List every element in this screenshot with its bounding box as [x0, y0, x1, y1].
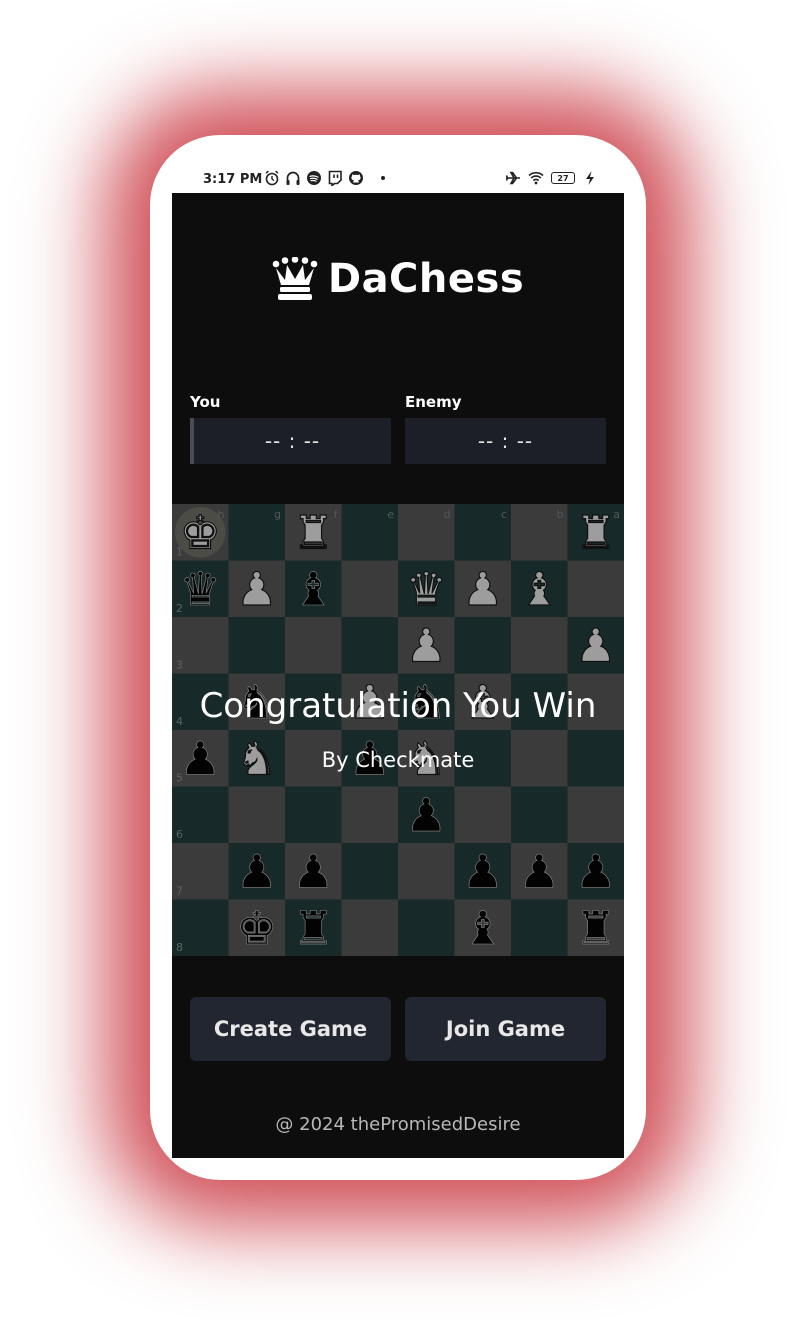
airplane-icon — [505, 171, 520, 185]
you-timer: -- : -- — [190, 418, 391, 464]
brand: DaChess — [172, 256, 624, 302]
brand-title: DaChess — [327, 256, 525, 302]
status-icons-right: 27 — [505, 170, 598, 186]
board-square[interactable] — [228, 617, 286, 674]
board-square[interactable] — [341, 843, 399, 900]
rank-label: 7 — [176, 885, 183, 898]
file-label: b — [557, 508, 564, 521]
board-square[interactable] — [341, 617, 399, 674]
black-king-piece[interactable]: ♚ — [236, 900, 278, 955]
white-pawn-piece[interactable]: ♟ — [462, 561, 504, 616]
white-pawn-piece[interactable]: ♟ — [236, 561, 278, 616]
status-icons-left — [264, 170, 385, 186]
wifi-icon — [528, 171, 544, 185]
black-bishop-piece[interactable]: ♝ — [292, 561, 334, 616]
black-queen-piece[interactable]: ♛ — [179, 561, 221, 616]
white-rook-piece[interactable]: ♜ — [292, 505, 334, 560]
result-subtitle: By Checkmate — [321, 748, 475, 772]
white-pawn-piece[interactable]: ♟ — [405, 618, 447, 673]
file-label: d — [444, 508, 451, 521]
status-time: 3:17 PM — [203, 172, 263, 187]
board-square[interactable] — [228, 786, 286, 844]
twitch-icon — [328, 170, 342, 186]
white-pawn-piece[interactable]: ♟ — [575, 618, 617, 673]
board-square[interactable] — [285, 617, 342, 674]
board-square[interactable] — [511, 786, 568, 844]
black-pawn-piece[interactable]: ♟ — [292, 844, 334, 899]
you-label: You — [190, 393, 221, 411]
phone-screen: 3:17 PM 27 DaChess You --: -- Enemy -- … — [172, 156, 624, 1158]
board-square[interactable] — [398, 843, 455, 900]
board-square[interactable] — [341, 560, 399, 618]
status-bar: 3:17 PM 27 — [172, 156, 624, 193]
spotify-icon — [307, 171, 321, 185]
headphones-icon — [286, 171, 300, 185]
chess-board[interactable]: h g f e d c b a 1 2 3 4 5 6 7 8 ♚ ♜ ♜ ♛ ♟ ♝ ♛ ♟ ♝ ♟ ♟ ♞ ♟ ♞ ♝ ♟ ♞ ♟ ♞ ♟ ♟ ♟ ♟ ♟… — [172, 504, 624, 956]
file-label: e — [387, 508, 394, 521]
black-rook-piece[interactable]: ♜ — [292, 900, 334, 955]
footer-credit: @ 2024 thePromisedDesire — [275, 1114, 521, 1135]
white-king-piece[interactable]: ♚ — [179, 505, 221, 560]
alarm-icon — [265, 170, 279, 186]
rank-label: 3 — [176, 659, 183, 672]
enemy-label: Enemy — [405, 393, 462, 411]
rank-label: 6 — [176, 828, 183, 841]
create-game-button[interactable]: Create Game — [190, 997, 391, 1061]
board-square[interactable] — [398, 899, 455, 957]
black-bishop-piece[interactable]: ♝ — [462, 900, 504, 955]
black-pawn-piece[interactable]: ♟ — [405, 787, 447, 842]
result-title: Congratulation You Win — [199, 686, 597, 726]
file-label: c — [501, 508, 507, 521]
black-pawn-piece[interactable]: ♟ — [236, 844, 278, 899]
board-square[interactable] — [567, 786, 625, 844]
file-label: g — [274, 508, 281, 521]
black-pawn-piece[interactable]: ♟ — [518, 844, 560, 899]
black-pawn-piece[interactable]: ♟ — [462, 844, 504, 899]
white-queen-piece[interactable]: ♛ — [405, 561, 447, 616]
charging-icon — [586, 171, 594, 185]
github-icon — [349, 171, 363, 185]
join-game-button[interactable]: Join Game — [405, 997, 606, 1061]
board-square[interactable] — [454, 617, 512, 674]
black-rook-piece[interactable]: ♜ — [575, 900, 617, 955]
black-pawn-piece[interactable]: ♟ — [575, 844, 617, 899]
white-bishop-piece[interactable]: ♝ — [518, 561, 560, 616]
board-square[interactable] — [285, 786, 342, 844]
board-square[interactable] — [567, 560, 625, 618]
white-rook-piece[interactable]: ♜ — [575, 505, 617, 560]
board-square[interactable] — [511, 899, 568, 957]
board-square[interactable] — [511, 617, 568, 674]
enemy-timer: -- : -- — [405, 418, 606, 464]
board-square[interactable] — [341, 786, 399, 844]
board-square[interactable] — [341, 899, 399, 957]
battery-icon: 27 — [551, 172, 575, 184]
board-square[interactable] — [454, 786, 512, 844]
status-dot — [381, 176, 385, 180]
queen-crown-icon — [272, 257, 318, 300]
rank-label: 8 — [176, 941, 183, 954]
